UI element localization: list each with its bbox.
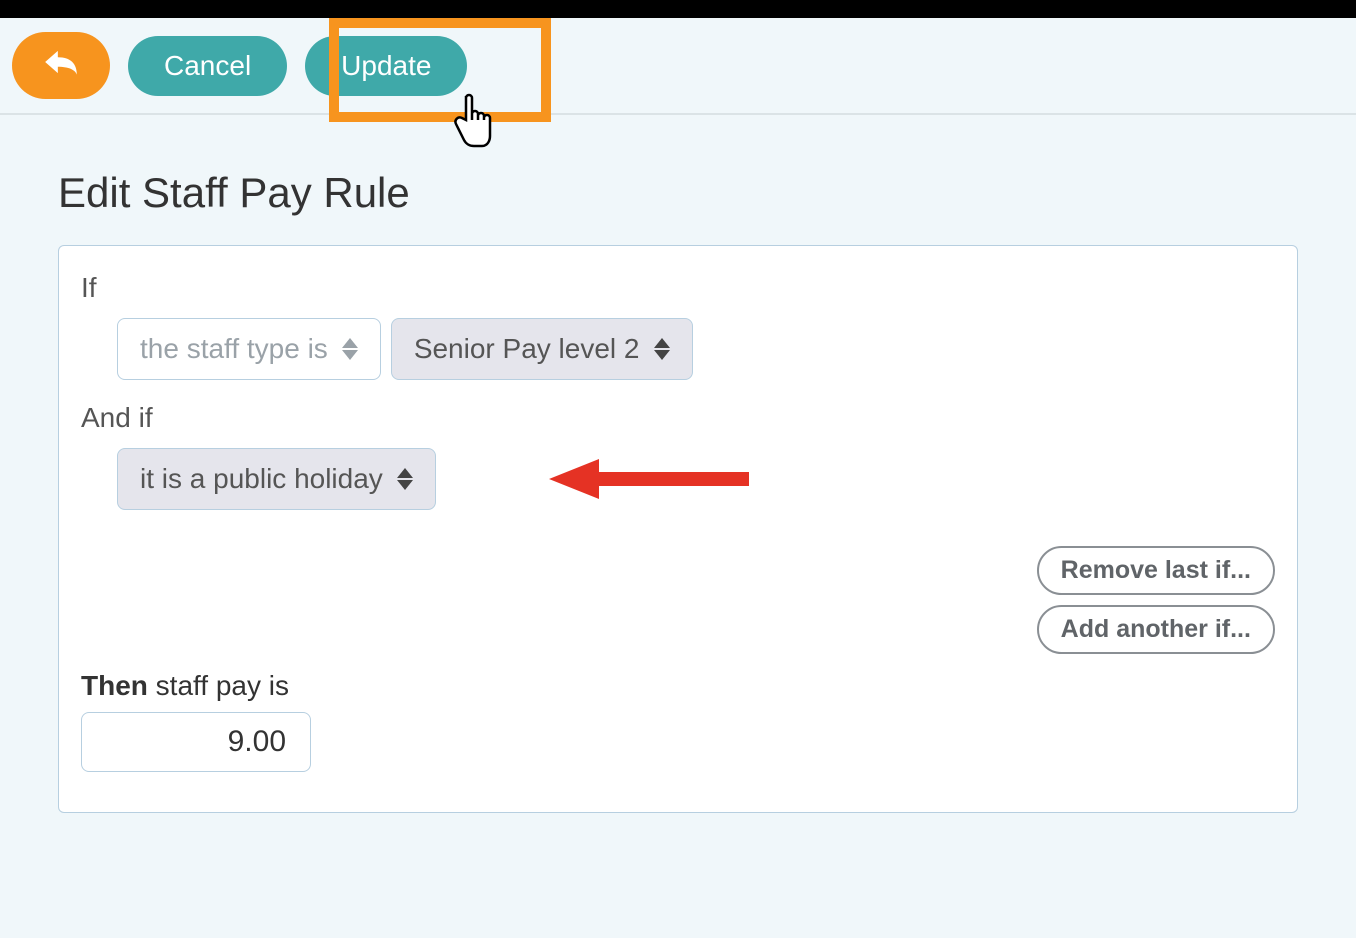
toolbar: Cancel Update: [0, 18, 1356, 115]
then-bold: Then: [81, 670, 148, 701]
cancel-button[interactable]: Cancel: [128, 36, 287, 96]
condition2-select[interactable]: it is a public holiday: [117, 448, 436, 510]
back-arrow-icon: [42, 46, 80, 85]
condition-row-1: the staff type is Senior Pay level 2: [117, 318, 1275, 380]
pay-amount-input[interactable]: [81, 712, 311, 772]
cursor-pointer-icon: [450, 90, 494, 155]
then-label: Then staff pay is: [81, 670, 1275, 702]
condition2-text: it is a public holiday: [140, 463, 383, 495]
top-black-bar: [0, 0, 1356, 18]
condition-value-select[interactable]: Senior Pay level 2: [391, 318, 693, 380]
page-body: Edit Staff Pay Rule If the staff type is…: [0, 115, 1356, 853]
then-rest: staff pay is: [148, 670, 289, 701]
condition-field-select[interactable]: the staff type is: [117, 318, 381, 380]
remove-last-if-button[interactable]: Remove last if...: [1037, 546, 1275, 595]
red-arrow-annotation: [549, 454, 759, 509]
condition-field-value: the staff type is: [140, 333, 328, 365]
side-buttons: Remove last if... Add another if...: [1037, 546, 1275, 654]
page-title: Edit Staff Pay Rule: [58, 169, 1298, 217]
sort-icon: [342, 338, 358, 360]
rule-panel: If the staff type is Senior Pay level 2 …: [58, 245, 1298, 813]
update-button[interactable]: Update: [305, 36, 467, 96]
if-label: If: [81, 272, 1275, 304]
sort-icon: [397, 468, 413, 490]
back-button[interactable]: [12, 32, 110, 99]
condition-value-text: Senior Pay level 2: [414, 333, 640, 365]
add-another-if-button[interactable]: Add another if...: [1037, 605, 1275, 654]
sort-icon: [654, 338, 670, 360]
andif-label: And if: [81, 402, 1275, 434]
